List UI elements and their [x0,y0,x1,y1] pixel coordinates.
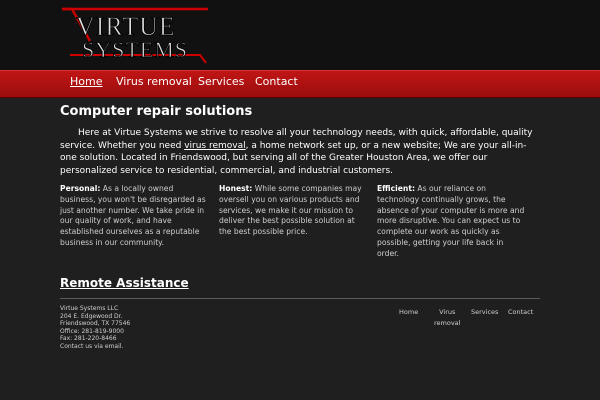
city-address: Friendswood, TX 77546 [60,320,131,328]
footer-nav-services[interactable]: Services [471,307,498,318]
footer-virus-line1: Virus [439,308,456,316]
footer-divider [60,298,540,299]
fax-number: Fax: 281-220-8466 [60,335,117,343]
logo-line2: SYSTEMS [82,37,188,62]
company-name: Virtue Systems LLC [60,305,119,312]
footer-nav-contact[interactable]: Contact [508,307,533,318]
footer-virus-line2: removal [434,319,461,327]
feature-personal: Personal: As a locally owned business, y… [60,184,210,249]
feature-personal-text: As a locally owned business, you won't b… [60,184,206,247]
feature-efficient-heading: Efficient: [377,184,415,193]
footer-nav-virus-removal[interactable]: Virus removal [434,307,460,329]
intro-paragraph: Here at Virtue Systems we strive to reso… [60,127,540,177]
contact-line: Contact us via email. [60,343,130,351]
remote-assistance-link[interactable]: Remote Assistance [60,276,189,290]
virus-removal-link[interactable]: virus removal [184,141,245,151]
footer-address: Virtue Systems LLC 204 E. Edgewood Dr. F… [60,305,130,351]
feature-efficient-text: As our reliance on technology continuall… [377,184,525,258]
contact-suffix: . [121,342,124,350]
feature-honest-heading: Honest: [219,184,253,193]
site-header: VIRTUE SYSTEMS [0,0,600,70]
street-address: 204 E. Edgewood Dr. [60,312,123,320]
main-nav: Home Virus removal Services Contact [0,70,600,98]
nav-virus-removal[interactable]: Virus removal [116,75,192,88]
nav-home[interactable]: Home [70,75,102,88]
feature-personal-heading: Personal: [60,184,101,193]
page-title: Computer repair solutions [60,104,253,119]
email-link[interactable]: email [105,343,122,350]
feature-efficient: Efficient: As our reliance on technology… [377,184,527,260]
feature-honest: Honest: While some companies may oversel… [219,184,369,238]
office-phone: Office: 281-819-9000 [60,327,124,335]
contact-prefix: Contact us via [60,342,105,350]
nav-services[interactable]: Services [198,75,244,88]
virtue-systems-logo[interactable]: VIRTUE SYSTEMS [60,7,210,65]
footer-nav-home[interactable]: Home [399,307,418,318]
nav-contact[interactable]: Contact [255,75,298,88]
